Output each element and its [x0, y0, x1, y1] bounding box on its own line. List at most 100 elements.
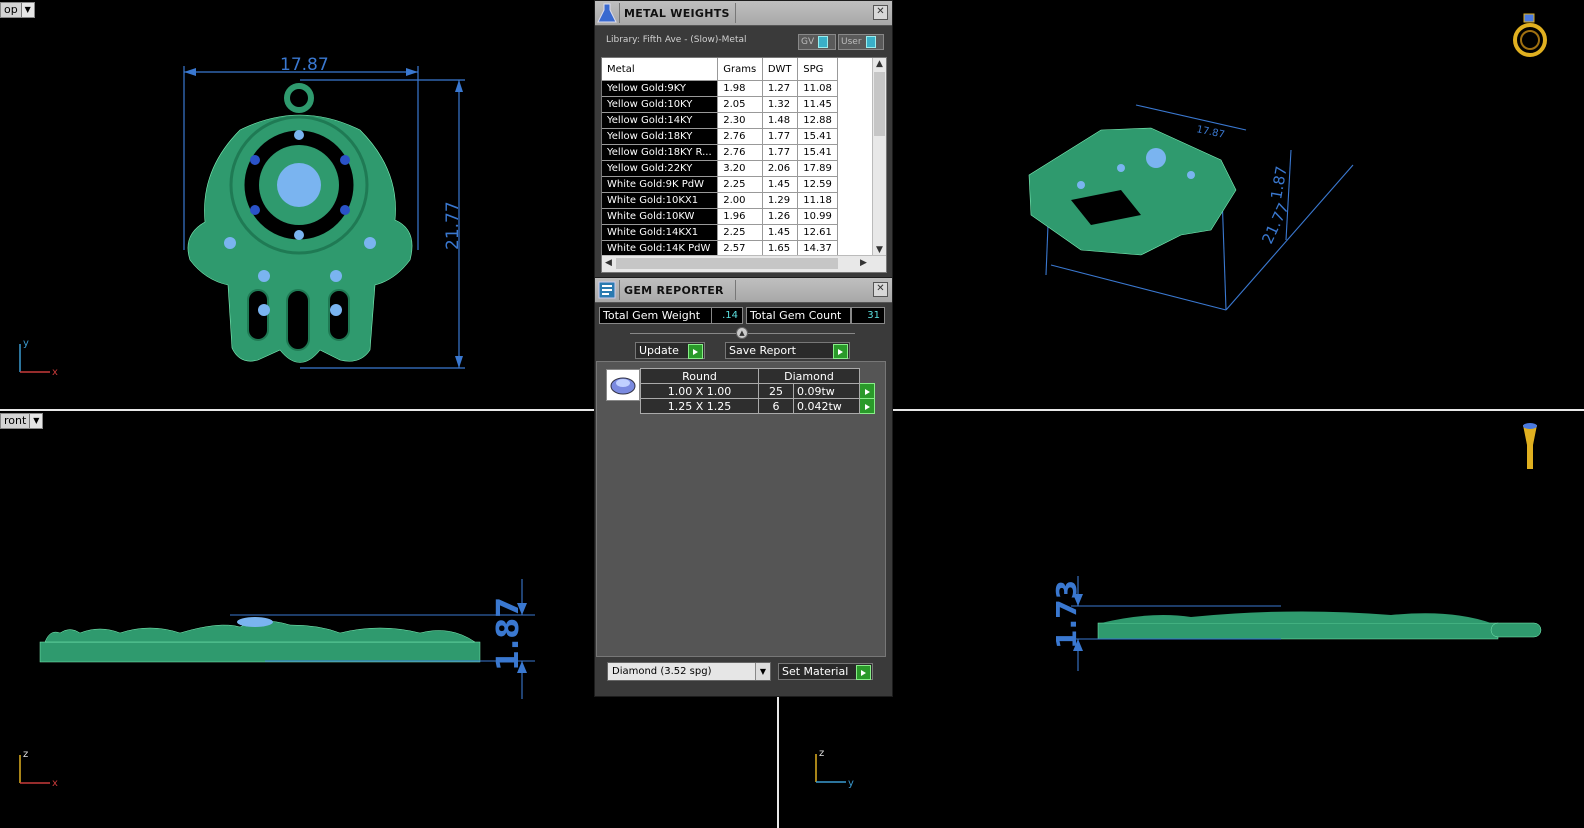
- material-select[interactable]: Diamond (3.52 spg) ▼: [607, 662, 771, 681]
- value-cell: 1.48: [762, 112, 799, 129]
- table-row[interactable]: Yellow Gold:18KY 2.76 1.77 15.41: [602, 128, 838, 145]
- collapse-icon[interactable]: ▲: [736, 327, 748, 339]
- axis-x-label: x: [52, 778, 58, 789]
- report-icon: [595, 278, 619, 302]
- user-toggle[interactable]: User: [838, 34, 884, 50]
- gem-select-button[interactable]: [859, 398, 875, 414]
- round-diamond-icon: [606, 369, 640, 401]
- value-cell: 15.41: [797, 144, 838, 161]
- value-cell: 1.29: [762, 192, 799, 209]
- vertical-scrollbar[interactable]: ▲ ▼: [872, 58, 886, 256]
- column-header[interactable]: Grams: [717, 58, 763, 81]
- value-cell: 2.30: [717, 112, 763, 129]
- save-report-button[interactable]: Save Report: [725, 342, 850, 359]
- table-row[interactable]: Yellow Gold:14KY 2.30 1.48 12.88: [602, 112, 838, 129]
- axis-y-label: y: [23, 338, 29, 349]
- set-material-button[interactable]: Set Material: [778, 663, 873, 680]
- gem-weight-cell: 0.09tw: [793, 383, 860, 399]
- chevron-right-icon[interactable]: ▶: [860, 258, 867, 268]
- play-icon: [688, 344, 703, 359]
- value-cell: 11.18: [797, 192, 838, 209]
- metal-name-cell: White Gold:14KX1: [602, 224, 719, 241]
- total-gem-weight-value: .14: [711, 307, 743, 324]
- chevron-up-icon[interactable]: ▲: [876, 59, 883, 69]
- chevron-down-icon[interactable]: ▼: [876, 245, 883, 255]
- play-icon: [864, 388, 870, 395]
- gem-select-button[interactable]: [859, 383, 875, 399]
- gem-reporter-title: GEM REPORTER: [624, 283, 724, 297]
- chevron-down-icon[interactable]: ▼: [755, 663, 770, 680]
- value-cell: 17.89: [797, 160, 838, 177]
- metal-name-cell: Yellow Gold:10KY: [602, 96, 719, 113]
- value-cell: 2.06: [762, 160, 799, 177]
- chevron-left-icon[interactable]: ◀: [605, 258, 612, 268]
- viewport-divider-v: [777, 695, 779, 828]
- pendant-icon[interactable]: [1523, 423, 1537, 469]
- table-row[interactable]: White Gold:10KW 1.96 1.26 10.99: [602, 208, 838, 225]
- value-cell: 2.25: [717, 176, 763, 193]
- front-view-drawing: 1.87 z x: [19, 579, 535, 789]
- gem-row[interactable]: 1.25 X 1.25 6 0.042tw: [640, 398, 875, 414]
- column-header[interactable]: DWT: [762, 58, 799, 81]
- close-icon[interactable]: ✕: [873, 282, 888, 297]
- table-row[interactable]: Yellow Gold:22KY 3.20 2.06 17.89: [602, 160, 838, 177]
- gem-size-cell: 1.00 X 1.00: [640, 383, 759, 399]
- metal-name-cell: White Gold:10KX1: [602, 192, 719, 209]
- metal-weights-title: METAL WEIGHTS: [624, 6, 730, 20]
- table-row[interactable]: White Gold:14KX1 2.25 1.45 12.61: [602, 224, 838, 241]
- ring-icon[interactable]: [1513, 13, 1547, 57]
- table-row[interactable]: White Gold:9K PdW 2.25 1.45 12.59: [602, 176, 838, 193]
- value-cell: 1.98: [717, 80, 763, 97]
- axis-y-label: y: [848, 778, 854, 789]
- library-label: Library: Fifth Ave - (Slow)-Metal: [606, 35, 747, 45]
- gem-weight-cell: 0.042tw: [793, 398, 860, 414]
- metal-name-cell: Yellow Gold:22KY: [602, 160, 719, 177]
- flask-icon: [595, 1, 619, 25]
- perspective-viewport[interactable]: 1.87 21.77 17.87: [891, 0, 1584, 409]
- value-cell: 2.05: [717, 96, 763, 113]
- value-cell: 15.41: [797, 128, 838, 145]
- gv-toggle[interactable]: GV: [798, 34, 836, 50]
- horizontal-scrollbar[interactable]: ◀ ▶: [602, 255, 886, 272]
- value-cell: 2.76: [717, 128, 763, 145]
- value-cell: 1.27: [762, 80, 799, 97]
- front-viewport[interactable]: ront ▼ 1.87 z x: [0, 411, 594, 828]
- update-button[interactable]: Update: [635, 342, 705, 359]
- axis-x-label: x: [52, 367, 58, 378]
- play-icon: [856, 665, 871, 680]
- metal-weights-table[interactable]: Metal Grams DWT SPG Yellow Gold:9KY 1.98 1…: [601, 57, 887, 273]
- gem-row[interactable]: 1.00 X 1.00 25 0.09tw: [640, 383, 875, 399]
- column-header[interactable]: Metal: [602, 58, 719, 81]
- table-row[interactable]: White Gold:10KX1 2.00 1.29 11.18: [602, 192, 838, 209]
- metal-name-cell: Yellow Gold:14KY: [602, 112, 719, 129]
- total-gem-count-label: Total Gem Count: [746, 307, 851, 324]
- right-viewport[interactable]: 1.73: [891, 411, 1584, 828]
- metal-weights-panel: METAL WEIGHTS ✕ Library: Fifth Ave - (Sl…: [594, 0, 893, 278]
- dim-height-label: 21.77: [443, 201, 463, 250]
- right-axis-indicator: z y: [815, 748, 854, 789]
- close-icon[interactable]: ✕: [873, 5, 888, 20]
- right-dim-label: 1.73: [1050, 580, 1083, 649]
- play-icon: [833, 344, 848, 359]
- table-row[interactable]: Yellow Gold:9KY 1.98 1.27 11.08: [602, 80, 838, 97]
- value-cell: 2.76: [717, 144, 763, 161]
- top-view-drawing: 17.87 21.77 y x: [19, 55, 465, 378]
- value-cell: 12.59: [797, 176, 838, 193]
- right-view-drawing: 1.73: [1050, 423, 1542, 671]
- metal-weights-titlebar[interactable]: METAL WEIGHTS ✕: [595, 1, 892, 26]
- value-cell: 2.00: [717, 192, 763, 209]
- gem-count-cell: 25: [758, 383, 794, 399]
- gem-list-area: Round Diamond 1.00 X 1.00 25 0.09tw 1.25 X …: [596, 361, 886, 657]
- axis-z-label: z: [819, 748, 824, 759]
- shape-header: Round: [640, 368, 759, 384]
- gem-reporter-titlebar[interactable]: GEM REPORTER ✕: [595, 278, 892, 303]
- top-viewport[interactable]: op ▼ 17.87 21.77 y x: [0, 0, 594, 409]
- table-row[interactable]: Yellow Gold:10KY 2.05 1.32 11.45: [602, 96, 838, 113]
- value-cell: 1.45: [762, 176, 799, 193]
- column-header[interactable]: SPG: [797, 58, 838, 81]
- value-cell: 12.88: [797, 112, 838, 129]
- gem-table: Round Diamond 1.00 X 1.00 25 0.09tw 1.25 X …: [640, 368, 875, 414]
- value-cell: 1.96: [717, 208, 763, 225]
- table-row[interactable]: Yellow Gold:18KY R... 2.76 1.77 15.41: [602, 144, 838, 161]
- value-cell: 3.20: [717, 160, 763, 177]
